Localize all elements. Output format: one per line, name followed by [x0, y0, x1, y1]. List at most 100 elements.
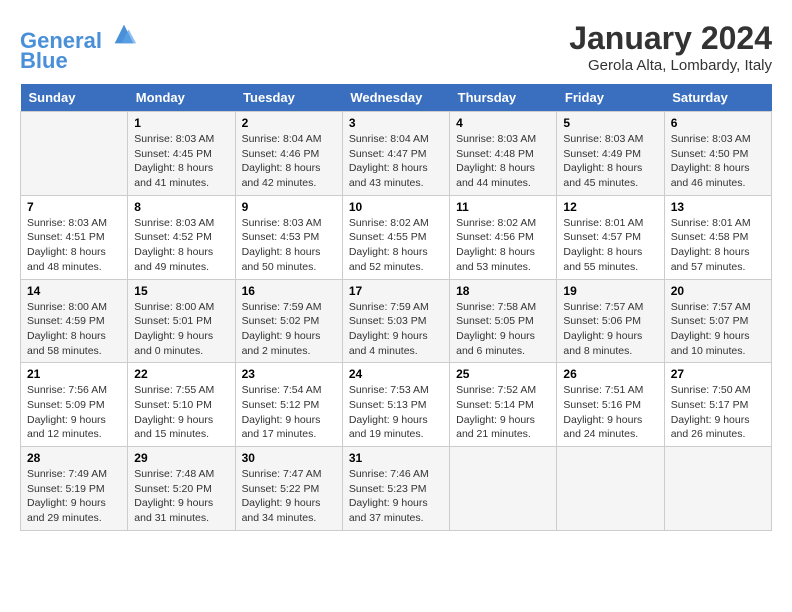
day-info: Sunrise: 8:00 AM Sunset: 4:59 PM Dayligh…: [27, 300, 121, 359]
day-number: 22: [134, 367, 228, 381]
weekday-header-sunday: Sunday: [21, 84, 128, 112]
day-number: 28: [27, 451, 121, 465]
logo: General Blue: [20, 20, 138, 73]
calendar-cell: 25 Sunrise: 7:52 AM Sunset: 5:14 PM Dayli…: [450, 363, 557, 447]
day-info: Sunrise: 7:59 AM Sunset: 5:03 PM Dayligh…: [349, 300, 443, 359]
calendar-cell: 5 Sunrise: 8:03 AM Sunset: 4:49 PM Daylig…: [557, 112, 664, 196]
calendar-week-row: 14 Sunrise: 8:00 AM Sunset: 4:59 PM Dayli…: [21, 279, 772, 363]
day-number: 25: [456, 367, 550, 381]
calendar-cell: 19 Sunrise: 7:57 AM Sunset: 5:06 PM Dayli…: [557, 279, 664, 363]
day-number: 27: [671, 367, 765, 381]
day-number: 24: [349, 367, 443, 381]
calendar-cell: 20 Sunrise: 7:57 AM Sunset: 5:07 PM Dayli…: [664, 279, 771, 363]
day-info: Sunrise: 7:51 AM Sunset: 5:16 PM Dayligh…: [563, 383, 657, 442]
day-info: Sunrise: 7:52 AM Sunset: 5:14 PM Dayligh…: [456, 383, 550, 442]
calendar-cell: 23 Sunrise: 7:54 AM Sunset: 5:12 PM Dayli…: [235, 363, 342, 447]
day-info: Sunrise: 7:55 AM Sunset: 5:10 PM Dayligh…: [134, 383, 228, 442]
day-info: Sunrise: 7:49 AM Sunset: 5:19 PM Dayligh…: [27, 467, 121, 526]
calendar-cell: 6 Sunrise: 8:03 AM Sunset: 4:50 PM Daylig…: [664, 112, 771, 196]
calendar-cell: 18 Sunrise: 7:58 AM Sunset: 5:05 PM Dayli…: [450, 279, 557, 363]
weekday-header-wednesday: Wednesday: [342, 84, 449, 112]
weekday-header-friday: Friday: [557, 84, 664, 112]
calendar-cell: 3 Sunrise: 8:04 AM Sunset: 4:47 PM Daylig…: [342, 112, 449, 196]
day-info: Sunrise: 8:02 AM Sunset: 4:56 PM Dayligh…: [456, 216, 550, 275]
calendar-week-row: 7Sunrise: 8:03 AM Sunset: 4:51 PM Daylig…: [21, 195, 772, 279]
day-info: Sunrise: 8:03 AM Sunset: 4:48 PM Dayligh…: [456, 132, 550, 191]
day-number: 8: [134, 200, 228, 214]
title-block: January 2024 Gerola Alta, Lombardy, Ital…: [569, 20, 772, 74]
day-number: 26: [563, 367, 657, 381]
day-info: Sunrise: 8:01 AM Sunset: 4:57 PM Dayligh…: [563, 216, 657, 275]
day-number: 2: [242, 116, 336, 130]
calendar-cell: 15 Sunrise: 8:00 AM Sunset: 5:01 PM Dayli…: [128, 279, 235, 363]
calendar-cell: 10 Sunrise: 8:02 AM Sunset: 4:55 PM Dayli…: [342, 195, 449, 279]
calendar-cell: 28 Sunrise: 7:49 AM Sunset: 5:19 PM Dayli…: [21, 447, 128, 531]
calendar-cell: 13 Sunrise: 8:01 AM Sunset: 4:58 PM Dayli…: [664, 195, 771, 279]
day-info: Sunrise: 8:02 AM Sunset: 4:55 PM Dayligh…: [349, 216, 443, 275]
calendar-cell: 2Sunrise: 8:04 AM Sunset: 4:46 PM Daylig…: [235, 112, 342, 196]
calendar-cell: 12 Sunrise: 8:01 AM Sunset: 4:57 PM Dayli…: [557, 195, 664, 279]
day-number: 10: [349, 200, 443, 214]
calendar-cell: 14 Sunrise: 8:00 AM Sunset: 4:59 PM Dayli…: [21, 279, 128, 363]
day-number: 20: [671, 284, 765, 298]
day-number: 31: [349, 451, 443, 465]
day-info: Sunrise: 8:01 AM Sunset: 4:58 PM Dayligh…: [671, 216, 765, 275]
day-number: 15: [134, 284, 228, 298]
page-header: General Blue January 2024 Gerola Alta, L…: [20, 20, 772, 74]
logo-icon: [110, 20, 138, 48]
calendar-table: SundayMondayTuesdayWednesdayThursdayFrid…: [20, 84, 772, 531]
weekday-header-tuesday: Tuesday: [235, 84, 342, 112]
day-info: Sunrise: 8:04 AM Sunset: 4:47 PM Dayligh…: [349, 132, 443, 191]
day-number: 19: [563, 284, 657, 298]
calendar-week-row: 1Sunrise: 8:03 AM Sunset: 4:45 PM Daylig…: [21, 112, 772, 196]
day-info: Sunrise: 7:57 AM Sunset: 5:06 PM Dayligh…: [563, 300, 657, 359]
day-number: 17: [349, 284, 443, 298]
calendar-cell: 17 Sunrise: 7:59 AM Sunset: 5:03 PM Dayli…: [342, 279, 449, 363]
day-info: Sunrise: 7:48 AM Sunset: 5:20 PM Dayligh…: [134, 467, 228, 526]
calendar-week-row: 21Sunrise: 7:56 AM Sunset: 5:09 PM Dayli…: [21, 363, 772, 447]
day-info: Sunrise: 8:03 AM Sunset: 4:52 PM Dayligh…: [134, 216, 228, 275]
day-number: 5: [563, 116, 657, 130]
day-info: Sunrise: 7:58 AM Sunset: 5:05 PM Dayligh…: [456, 300, 550, 359]
day-number: 7: [27, 200, 121, 214]
calendar-cell: 4Sunrise: 8:03 AM Sunset: 4:48 PM Daylig…: [450, 112, 557, 196]
day-info: Sunrise: 7:54 AM Sunset: 5:12 PM Dayligh…: [242, 383, 336, 442]
day-number: 18: [456, 284, 550, 298]
day-info: Sunrise: 8:03 AM Sunset: 4:49 PM Dayligh…: [563, 132, 657, 191]
day-info: Sunrise: 8:03 AM Sunset: 4:53 PM Dayligh…: [242, 216, 336, 275]
calendar-cell: 9Sunrise: 8:03 AM Sunset: 4:53 PM Daylig…: [235, 195, 342, 279]
calendar-cell: 31 Sunrise: 7:46 AM Sunset: 5:23 PM Dayli…: [342, 447, 449, 531]
day-info: Sunrise: 8:03 AM Sunset: 4:50 PM Dayligh…: [671, 132, 765, 191]
day-info: Sunrise: 7:53 AM Sunset: 5:13 PM Dayligh…: [349, 383, 443, 442]
calendar-cell: 22 Sunrise: 7:55 AM Sunset: 5:10 PM Dayli…: [128, 363, 235, 447]
day-info: Sunrise: 7:59 AM Sunset: 5:02 PM Dayligh…: [242, 300, 336, 359]
weekday-header-row: SundayMondayTuesdayWednesdayThursdayFrid…: [21, 84, 772, 112]
day-info: Sunrise: 8:00 AM Sunset: 5:01 PM Dayligh…: [134, 300, 228, 359]
calendar-cell: [664, 447, 771, 531]
calendar-cell: 24 Sunrise: 7:53 AM Sunset: 5:13 PM Dayli…: [342, 363, 449, 447]
calendar-cell: 11Sunrise: 8:02 AM Sunset: 4:56 PM Dayli…: [450, 195, 557, 279]
calendar-cell: 21Sunrise: 7:56 AM Sunset: 5:09 PM Dayli…: [21, 363, 128, 447]
day-info: Sunrise: 7:50 AM Sunset: 5:17 PM Dayligh…: [671, 383, 765, 442]
day-number: 30: [242, 451, 336, 465]
day-number: 3: [349, 116, 443, 130]
calendar-week-row: 28 Sunrise: 7:49 AM Sunset: 5:19 PM Dayli…: [21, 447, 772, 531]
day-number: 12: [563, 200, 657, 214]
day-info: Sunrise: 7:57 AM Sunset: 5:07 PM Dayligh…: [671, 300, 765, 359]
calendar-cell: 8 Sunrise: 8:03 AM Sunset: 4:52 PM Daylig…: [128, 195, 235, 279]
day-number: 13: [671, 200, 765, 214]
month-title: January 2024: [569, 20, 772, 57]
day-info: Sunrise: 7:46 AM Sunset: 5:23 PM Dayligh…: [349, 467, 443, 526]
calendar-cell: [557, 447, 664, 531]
day-number: 1: [134, 116, 228, 130]
day-number: 23: [242, 367, 336, 381]
calendar-cell: [21, 112, 128, 196]
weekday-header-saturday: Saturday: [664, 84, 771, 112]
day-number: 21: [27, 367, 121, 381]
day-info: Sunrise: 7:47 AM Sunset: 5:22 PM Dayligh…: [242, 467, 336, 526]
day-number: 14: [27, 284, 121, 298]
location: Gerola Alta, Lombardy, Italy: [569, 57, 772, 74]
day-number: 16: [242, 284, 336, 298]
day-number: 6: [671, 116, 765, 130]
calendar-cell: 30 Sunrise: 7:47 AM Sunset: 5:22 PM Dayli…: [235, 447, 342, 531]
